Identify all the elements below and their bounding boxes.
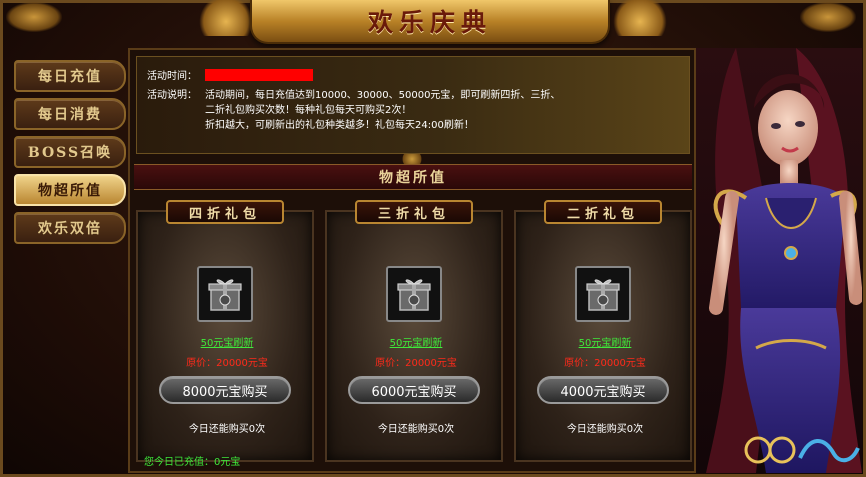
- remaining-purchases: 今日还能购买0次: [566, 424, 644, 435]
- event-desc-row: 活动说明： 活动期间，每日充值达到10000、30000、50000元宝，即可刷…: [147, 88, 689, 133]
- card-title: 四折礼包: [166, 200, 284, 224]
- event-desc-line: 活动期间，每日充值达到10000、30000、50000元宝，即可刷新四折、三折…: [205, 90, 561, 101]
- money-bag-ornament-right: [610, 0, 670, 36]
- original-price: 原价：20000元宝: [186, 358, 268, 369]
- event-desc-line: 折扣越大，可刷新出的礼包种类越多！礼包每天24:00刷新！: [205, 120, 474, 131]
- sidebar-item-daily-recharge[interactable]: 每日充值: [14, 60, 126, 92]
- section-title: 物超所值: [134, 164, 692, 190]
- gift-pack-card-40: 四折礼包 50元宝刷新 原价：20000元宝 8000元宝购买 今日还能购买0次: [136, 200, 316, 462]
- refresh-link[interactable]: 50元宝刷新: [327, 334, 505, 349]
- gift-box-icon[interactable]: [197, 266, 253, 322]
- corner-ornament-left: [6, 2, 62, 32]
- buy-6000-button[interactable]: 6000元宝购买: [348, 376, 480, 404]
- event-desc-lines: 活动期间，每日充值达到10000、30000、50000元宝，即可刷新四折、三折…: [205, 88, 625, 133]
- sidebar-item-daily-spend[interactable]: 每日消费: [14, 98, 126, 130]
- page-title: 欢乐庆典: [367, 8, 492, 37]
- refresh-link[interactable]: 50元宝刷新: [138, 334, 316, 349]
- event-desc-line: 二折礼包购买次数！每种礼包每天可购买2次！: [205, 105, 412, 116]
- card-title: 二折礼包: [544, 200, 662, 224]
- refresh-link[interactable]: 50元宝刷新: [516, 334, 694, 349]
- corner-ornament-right: [800, 2, 856, 32]
- event-time-redaction: [205, 69, 313, 81]
- gift-box-icon[interactable]: [386, 266, 442, 322]
- money-bag-ornament-left: [196, 0, 256, 36]
- character-illustration: [696, 48, 862, 473]
- event-info-box: 活动时间： 活动说明： 活动期间，每日充值达到10000、30000、50000…: [136, 56, 690, 154]
- event-time-label: 活动时间：: [147, 71, 197, 82]
- card-title: 三折礼包: [355, 200, 473, 224]
- sidebar-item-happy-double[interactable]: 欢乐双倍: [14, 212, 126, 244]
- original-price: 原价：20000元宝: [375, 358, 457, 369]
- gift-box-icon[interactable]: [575, 266, 631, 322]
- game-logo-mark: [744, 436, 860, 464]
- gift-box-icon: [208, 279, 242, 311]
- gift-pack-card-30: 三折礼包 50元宝刷新 原价：20000元宝 6000元宝购买 今日还能购买0次: [325, 200, 505, 462]
- header-knot-ornament: [400, 154, 424, 164]
- gift-pack-card-20: 二折礼包 50元宝刷新 原价：20000元宝 4000元宝购买 今日还能购买0次: [514, 200, 694, 462]
- title-banner: 欢乐庆典: [250, 0, 610, 44]
- remaining-purchases: 今日还能购买0次: [377, 424, 455, 435]
- buy-8000-button[interactable]: 8000元宝购买: [159, 376, 291, 404]
- today-recharge-status: 您今日已充值：0元宝: [144, 457, 241, 468]
- main-panel: 活动时间： 活动说明： 活动期间，每日充值达到10000、30000、50000…: [128, 48, 696, 473]
- gift-box-icon: [586, 279, 620, 311]
- original-price: 原价：20000元宝: [564, 358, 646, 369]
- sidebar-item-boss-summon[interactable]: BOSS召唤: [14, 136, 126, 168]
- buy-4000-button[interactable]: 4000元宝购买: [537, 376, 669, 404]
- event-time-row: 活动时间：: [147, 69, 689, 84]
- character-portrait: [706, 48, 862, 473]
- game-logo: [744, 428, 862, 472]
- remaining-purchases: 今日还能购买0次: [188, 424, 266, 435]
- event-desc-label: 活动说明：: [147, 90, 197, 101]
- gift-box-icon: [397, 279, 431, 311]
- sidebar-item-great-value[interactable]: 物超所值: [14, 174, 126, 206]
- sidebar: 每日充值 每日消费 BOSS召唤 物超所值 欢乐双倍: [14, 60, 126, 250]
